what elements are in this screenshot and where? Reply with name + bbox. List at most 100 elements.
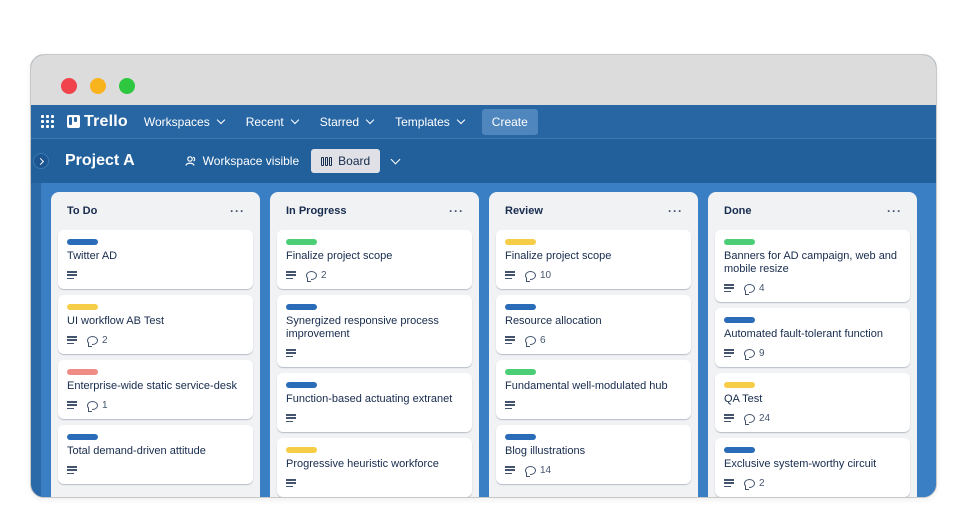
card-badges bbox=[286, 412, 462, 424]
card-label[interactable] bbox=[67, 304, 98, 310]
card-label[interactable] bbox=[286, 382, 317, 388]
list-title[interactable]: To Do bbox=[67, 205, 97, 217]
create-button[interactable]: Create bbox=[481, 108, 538, 135]
card[interactable]: Fundamental well-modulated hub bbox=[496, 360, 691, 419]
card[interactable]: Exclusive system-worthy circuit 2 bbox=[715, 438, 910, 497]
expand-sidebar-icon[interactable] bbox=[33, 153, 49, 169]
description-icon bbox=[505, 401, 515, 409]
card[interactable]: Function-based actuating extranet bbox=[277, 373, 472, 432]
card-label[interactable] bbox=[286, 304, 317, 310]
card[interactable]: Twitter AD bbox=[58, 230, 253, 289]
trello-logo-icon bbox=[67, 115, 80, 128]
list-header: To Do ··· bbox=[58, 192, 253, 230]
card-badges: 6 bbox=[505, 334, 681, 347]
description-icon bbox=[286, 271, 296, 279]
card-label[interactable] bbox=[286, 239, 317, 245]
card[interactable]: Blog illustrations 14 bbox=[496, 425, 691, 484]
description-icon bbox=[724, 414, 734, 422]
comments-badge: 4 bbox=[744, 282, 765, 295]
comments-badge: 2 bbox=[744, 478, 765, 490]
card-label[interactable] bbox=[724, 239, 755, 245]
card-title: Twitter AD bbox=[67, 250, 118, 262]
nav-starred[interactable]: Starred bbox=[320, 115, 375, 129]
board-header: Project A Workspace visible Board bbox=[31, 139, 936, 183]
card[interactable]: Resource allocation 6 bbox=[496, 295, 691, 354]
card-title: Resource allocation bbox=[505, 315, 602, 327]
list: Review ··· Finalize project scope 10 Resourc… bbox=[489, 192, 698, 497]
nav-workspaces-label: Workspaces bbox=[143, 114, 210, 129]
maximize-window-button[interactable] bbox=[119, 78, 135, 94]
card-label[interactable] bbox=[67, 434, 98, 440]
minimize-window-button[interactable] bbox=[90, 78, 106, 94]
trello-logo[interactable]: Trello bbox=[67, 113, 128, 131]
comments-badge: 10 bbox=[525, 269, 552, 282]
visibility-label: Workspace visible bbox=[202, 154, 300, 168]
description-icon bbox=[724, 284, 734, 292]
comment-count: 10 bbox=[540, 269, 552, 281]
card-label[interactable] bbox=[505, 304, 536, 310]
comment-icon bbox=[525, 270, 536, 282]
card[interactable]: Progressive heuristic workforce bbox=[277, 438, 472, 497]
nav-recent[interactable]: Recent bbox=[246, 115, 299, 129]
card[interactable]: UI workflow AB Test 2 bbox=[58, 295, 253, 354]
list-menu-icon[interactable]: ··· bbox=[230, 204, 245, 218]
chevron-down-icon bbox=[290, 115, 299, 124]
card-label[interactable] bbox=[286, 447, 317, 453]
card-title: Exclusive system-worthy circuit bbox=[724, 458, 877, 470]
chevron-down-icon bbox=[365, 115, 375, 124]
card[interactable]: Enterprise-wide static service-desk 1 bbox=[58, 360, 253, 419]
view-switcher-chevron-icon[interactable] bbox=[390, 154, 401, 164]
card-title: Finalize project scope bbox=[286, 250, 393, 262]
description-icon bbox=[67, 401, 77, 409]
close-window-button[interactable] bbox=[61, 78, 77, 94]
board-title[interactable]: Project A bbox=[65, 152, 135, 170]
list-title[interactable]: Done bbox=[724, 205, 752, 217]
card-badges: 14 bbox=[505, 464, 681, 477]
card-label[interactable] bbox=[67, 239, 98, 245]
comments-badge: 14 bbox=[525, 465, 551, 477]
comment-count: 6 bbox=[540, 334, 546, 346]
card[interactable]: QA Test 24 bbox=[715, 373, 910, 432]
card-label[interactable] bbox=[724, 447, 755, 453]
card-title: QA Test bbox=[724, 393, 763, 405]
list-title[interactable]: Review bbox=[505, 205, 543, 217]
comments-badge: 2 bbox=[306, 269, 327, 282]
list-header: In Progress ··· bbox=[277, 192, 472, 230]
card-label[interactable] bbox=[724, 382, 755, 388]
comment-icon bbox=[87, 335, 98, 347]
card-badges bbox=[286, 347, 462, 359]
list-title[interactable]: In Progress bbox=[286, 205, 347, 217]
card-title: Finalize project scope bbox=[505, 250, 612, 262]
card-title: Total demand-driven attitude bbox=[67, 445, 206, 457]
card-label[interactable] bbox=[505, 434, 536, 440]
card[interactable]: Finalize project scope 10 bbox=[496, 230, 691, 289]
card-badges: 2 bbox=[724, 477, 900, 490]
card-title: Enterprise-wide static service-desk bbox=[67, 380, 237, 392]
visibility-button[interactable]: Workspace visible bbox=[185, 154, 299, 168]
card-label[interactable] bbox=[67, 369, 98, 375]
card-label[interactable] bbox=[505, 369, 536, 375]
list-menu-icon[interactable]: ··· bbox=[449, 204, 464, 218]
card-label[interactable] bbox=[505, 239, 536, 245]
card[interactable]: Automated fault-tolerant function 9 bbox=[715, 308, 910, 367]
nav-workspaces[interactable]: Workspaces bbox=[143, 114, 225, 129]
card-badges bbox=[286, 477, 462, 489]
app-switcher-icon[interactable] bbox=[41, 114, 55, 129]
card[interactable]: Synergized responsive process improvemen… bbox=[277, 295, 472, 367]
card-title: Progressive heuristic workforce bbox=[286, 458, 439, 470]
card-label[interactable] bbox=[724, 317, 755, 323]
list-header: Review ··· bbox=[496, 192, 691, 230]
board-canvas: To Do ··· Twitter AD UI workflow AB Test 2 En… bbox=[41, 183, 936, 497]
card-badges: 4 bbox=[724, 282, 900, 295]
card-badges: 9 bbox=[724, 347, 900, 360]
card[interactable]: Banners for AD campaign, web and mobile … bbox=[715, 230, 910, 302]
list-menu-icon[interactable]: ··· bbox=[887, 204, 902, 218]
card[interactable]: Finalize project scope 2 bbox=[277, 230, 472, 289]
card-badges: 10 bbox=[505, 269, 681, 282]
board-view-button[interactable]: Board bbox=[311, 149, 381, 173]
card[interactable]: Total demand-driven attitude bbox=[58, 425, 253, 484]
comment-count: 2 bbox=[321, 269, 327, 281]
comment-count: 4 bbox=[759, 282, 765, 294]
list-menu-icon[interactable]: ··· bbox=[668, 204, 683, 218]
nav-templates[interactable]: Templates bbox=[395, 115, 466, 129]
